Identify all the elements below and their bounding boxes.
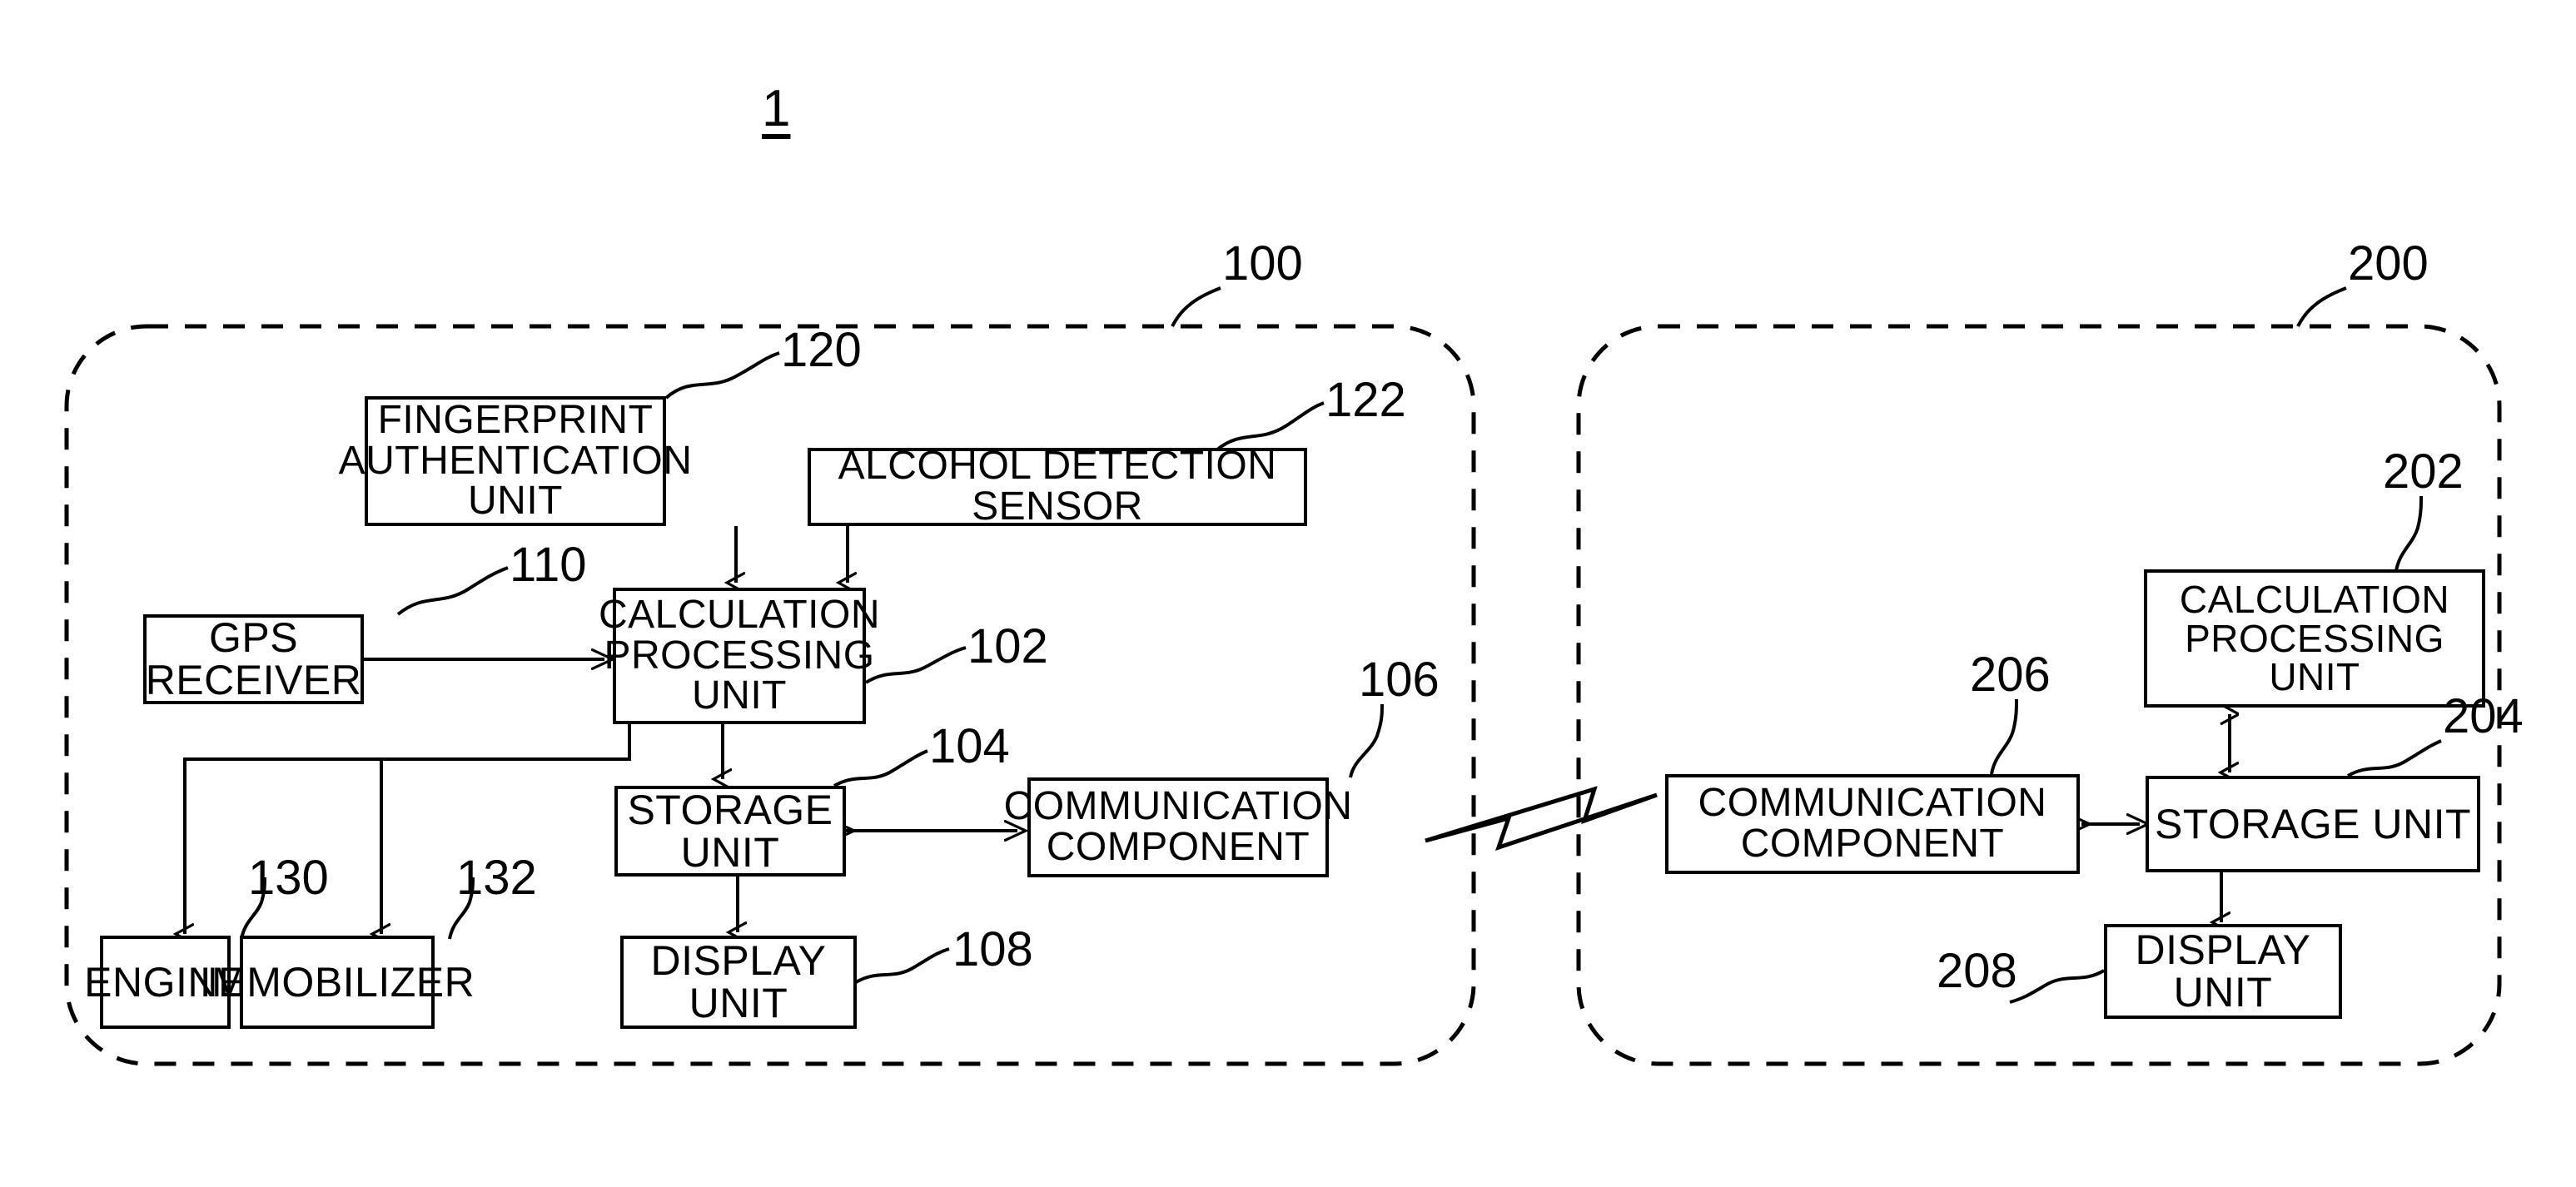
block-label: FINGERPRINT AUTHENTICATION UNIT	[338, 397, 693, 524]
lead-line-208	[2009, 969, 2106, 1004]
lead-line-108	[855, 947, 950, 984]
block-label: DISPLAY UNIT	[2135, 926, 2311, 1016]
connector-calculation-to-immobilizer	[381, 757, 629, 934]
block-display-unit-right[interactable]: DISPLAY UNIT	[2104, 924, 2342, 1019]
lead-line-104	[833, 749, 928, 787]
lead-line-120	[664, 351, 780, 400]
block-alcohol-detection-sensor[interactable]: ALCOHOL DETECTION SENSOR	[808, 444, 1307, 529]
ref-200: 200	[2348, 236, 2429, 291]
block-communication-component-right[interactable]: COMMUNICATION COMPONENT	[1665, 774, 2080, 874]
lead-line-200	[2296, 286, 2347, 327]
ref-130: 130	[248, 851, 329, 905]
block-calculation-processing-unit-right[interactable]: CALCULATION PROCESSING UNIT	[2144, 569, 2485, 708]
ref-122: 122	[1325, 373, 1406, 427]
ref-208: 208	[1937, 944, 2017, 998]
block-display-unit-left[interactable]: DISPLAY UNIT	[620, 936, 857, 1029]
lead-line-202	[2394, 495, 2423, 572]
block-label: ALCOHOL DETECTION SENSOR	[838, 444, 1277, 529]
lead-line-100	[1171, 286, 1221, 327]
block-storage-unit-right[interactable]: STORAGE UNIT	[2146, 776, 2480, 872]
ref-206: 206	[1970, 648, 2051, 702]
ref-120: 120	[781, 323, 862, 377]
block-gps-receiver[interactable]: GPS RECEIVER	[143, 614, 364, 704]
ref-102: 102	[967, 619, 1048, 673]
lead-line-122	[1216, 401, 1325, 451]
block-label: STORAGE UNIT	[627, 786, 833, 876]
block-label: STORAGE UNIT	[2154, 800, 2472, 847]
ref-108: 108	[952, 922, 1033, 976]
block-calculation-processing-unit-left[interactable]: CALCULATION PROCESSING UNIT	[599, 588, 880, 724]
lead-line-204	[2347, 739, 2442, 777]
ref-104: 104	[929, 719, 1010, 773]
lead-line-206	[1990, 698, 2018, 775]
block-label: COMMUNICATION COMPONENT	[1003, 784, 1353, 869]
block-immobilizer[interactable]: IMMOBILIZER	[200, 936, 475, 1029]
ref-204: 204	[2443, 689, 2524, 743]
ref-106: 106	[1359, 653, 1440, 707]
lightning-bolt-icon	[1425, 786, 1658, 851]
block-label: DISPLAY UNIT	[650, 937, 827, 1026]
block-label: GPS RECEIVER	[145, 614, 362, 703]
lead-line-110	[396, 566, 509, 616]
ref-110: 110	[510, 538, 587, 592]
block-fingerprint-authentication-unit[interactable]: FINGERPRINT AUTHENTICATION UNIT	[339, 396, 692, 526]
ref-202: 202	[2383, 445, 2464, 499]
figure-canvas: 1 FINGERPRINT AUTHENTICATION UNIT 120 AL…	[0, 0, 2576, 1187]
block-label: COMMUNICATION COMPONENT	[1698, 781, 2047, 866]
block-label: IMMOBILIZER	[199, 958, 475, 1006]
ref-132: 132	[456, 851, 537, 905]
ref-100: 100	[1222, 236, 1303, 291]
block-communication-component-left[interactable]: COMMUNICATION COMPONENT	[1004, 777, 1352, 877]
block-storage-unit-left[interactable]: STORAGE UNIT	[614, 786, 846, 877]
block-label: CALCULATION PROCESSING UNIT	[599, 592, 881, 718]
lead-line-106	[1349, 703, 1384, 778]
block-label: CALCULATION PROCESSING UNIT	[2179, 577, 2450, 699]
